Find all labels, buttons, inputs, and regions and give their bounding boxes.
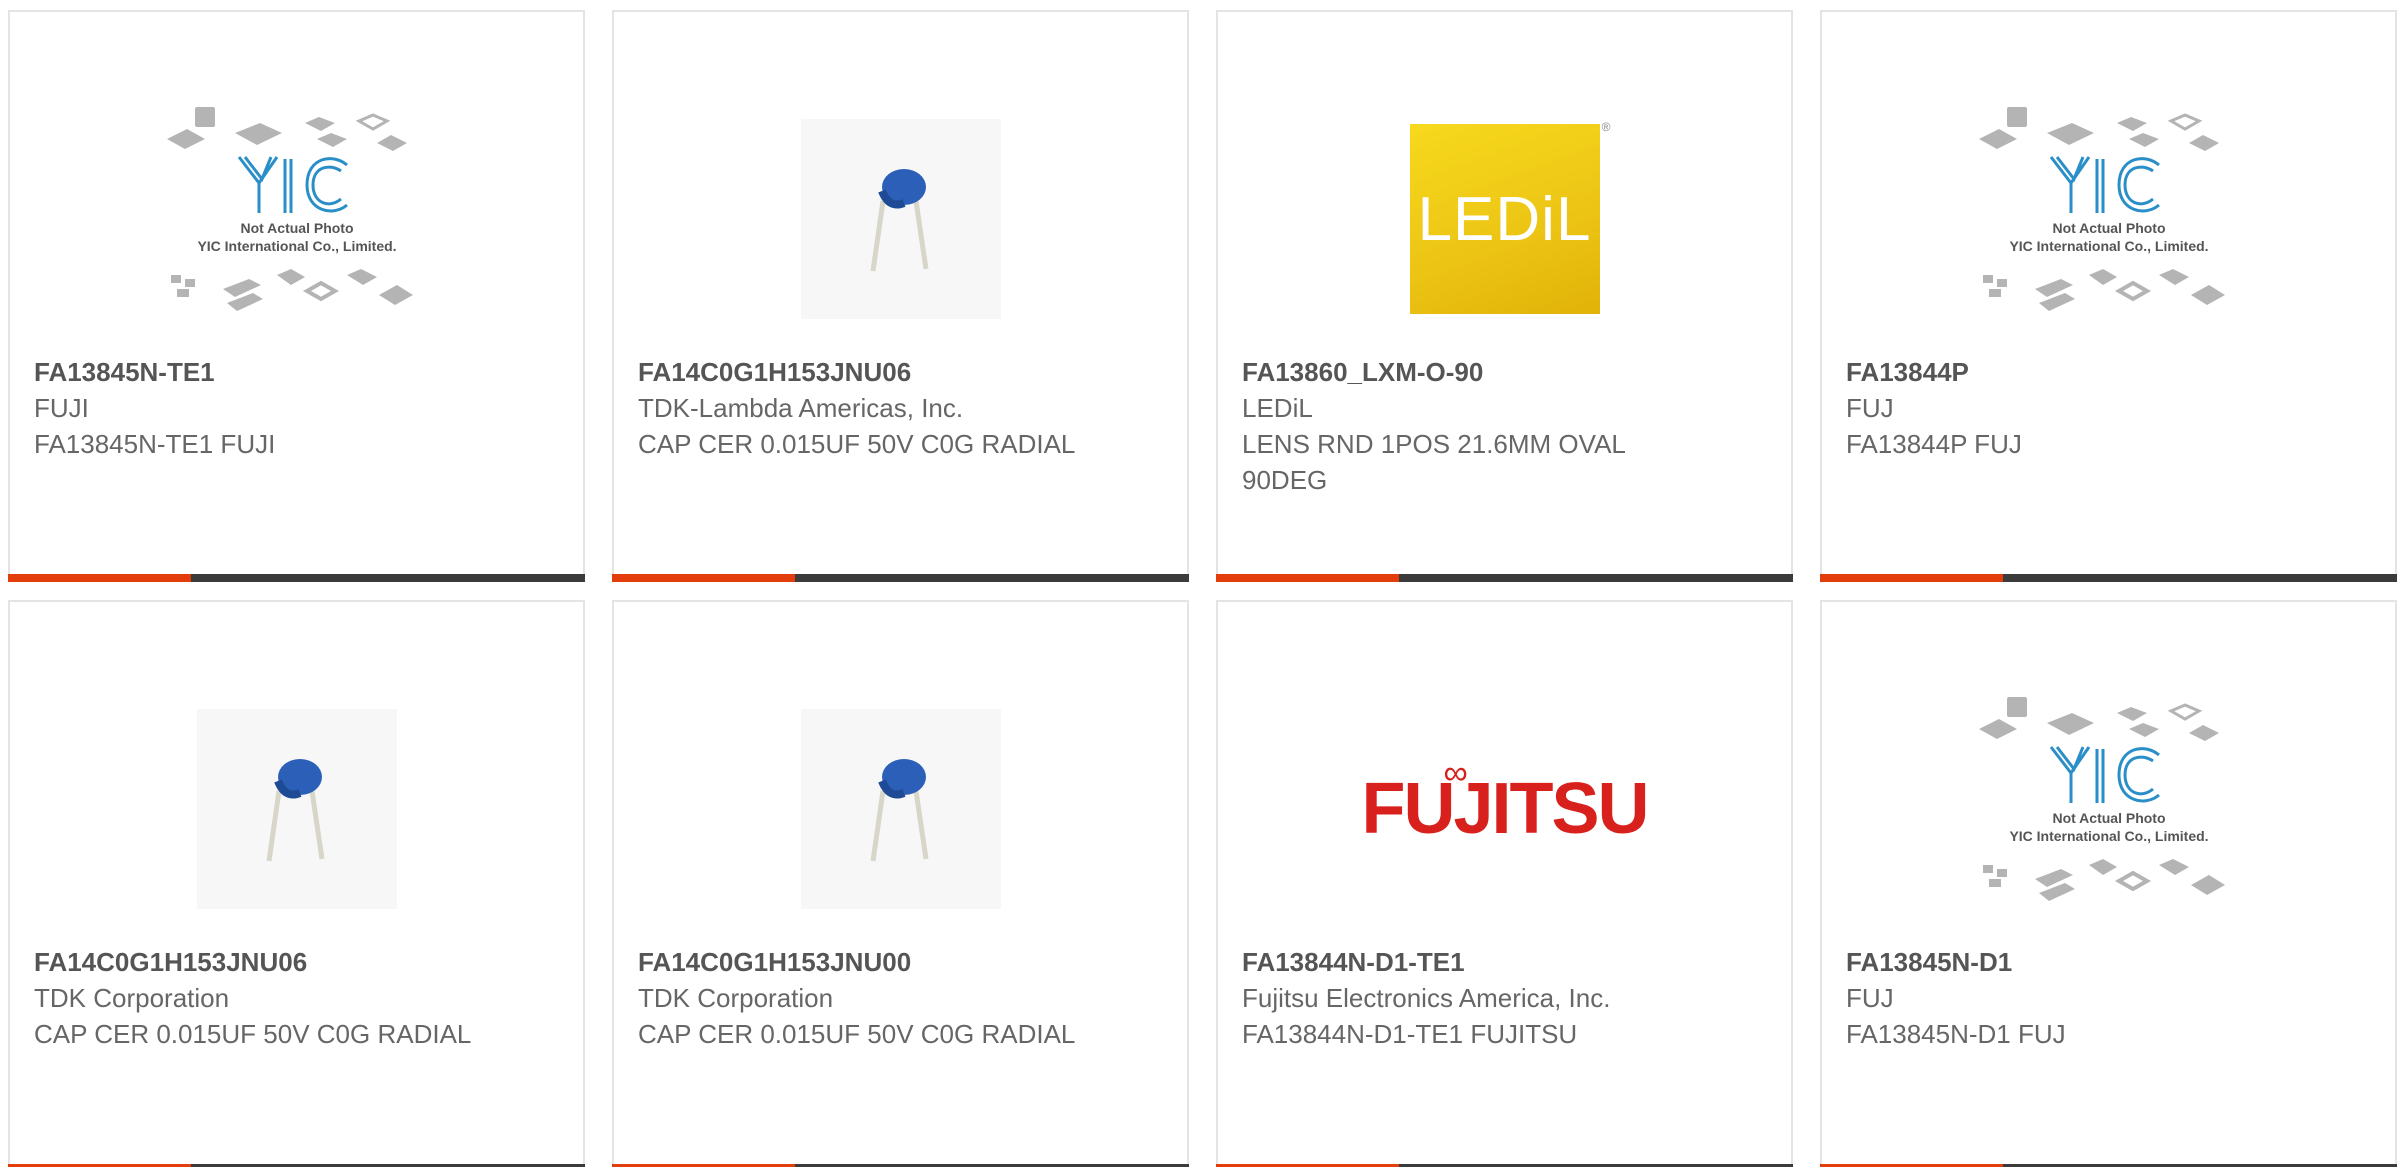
card-accent [612, 574, 795, 582]
product-card[interactable]: Not Actual Photo YIC International Co., … [1820, 600, 2397, 1167]
product-card[interactable]: LEDiL ® FA13860_LXM-O-90 LEDiL LENS RND … [1216, 10, 1793, 582]
description: FA13845N-D1 FUJ [1846, 1019, 2066, 1049]
manufacturer: TDK Corporation [34, 983, 230, 1013]
description: FA13844P FUJ [1846, 429, 2022, 459]
description: CAP CER 0.015UF 50V C0G RADIAL [638, 1019, 1076, 1049]
product-image[interactable]: Not Actual Photo YIC International Co., … [1822, 678, 2395, 940]
part-number[interactable]: FA14C0G1H153JNU00 [638, 944, 1167, 980]
capacitor-image [800, 709, 1001, 909]
card-accent [8, 574, 191, 582]
part-number[interactable]: FA13845N-D1 [1846, 944, 2375, 980]
card-accent [1216, 574, 1399, 582]
placeholder-line2: YIC International Co., Limited. [197, 238, 396, 254]
manufacturer: Fujitsu Electronics America, Inc. [1242, 983, 1611, 1013]
fujitsu-logo-text: FUJITSU [1361, 769, 1649, 849]
card-bottom-bar [1820, 574, 2397, 582]
product-card[interactable]: FA14C0G1H153JNU06 TDK-Lambda Americas, I… [612, 10, 1189, 582]
registered-mark: ® [1601, 120, 1612, 134]
description: CAP CER 0.015UF 50V C0G RADIAL [34, 1019, 472, 1049]
description: CAP CER 0.015UF 50V C0G RADIAL [638, 429, 1076, 459]
manufacturer: LEDiL [1242, 393, 1313, 423]
manufacturer: FUJI [34, 393, 89, 423]
product-card[interactable]: Not Actual Photo YIC International Co., … [8, 10, 585, 582]
capacitor-image [196, 709, 397, 909]
part-number[interactable]: FA14C0G1H153JNU06 [638, 354, 1167, 390]
manufacturer: TDK-Lambda Americas, Inc. [638, 393, 964, 423]
placeholder-line1: Not Actual Photo [2052, 220, 2165, 236]
product-image[interactable] [10, 678, 583, 940]
placeholder-line1: Not Actual Photo [2052, 810, 2165, 826]
ledil-logo: LEDiL ® [1409, 120, 1611, 314]
part-number[interactable]: FA13845N-TE1 [34, 354, 563, 390]
ledil-logo-text: LEDiL [1417, 184, 1592, 254]
product-image[interactable]: Not Actual Photo YIC International Co., … [1822, 88, 2395, 350]
part-number[interactable]: FA13844N-D1-TE1 [1242, 944, 1771, 980]
placeholder-line2: YIC International Co., Limited. [2009, 828, 2208, 844]
capacitor-image [800, 119, 1001, 319]
product-image[interactable]: FUJITSU ∞ [1218, 678, 1791, 940]
product-card[interactable]: FA14C0G1H153JNU06 TDK Corporation CAP CE… [8, 600, 585, 1167]
manufacturer: FUJ [1846, 983, 1894, 1013]
description: FA13844N-D1-TE1 FUJITSU [1242, 1019, 1578, 1049]
yic-placeholder-image: Not Actual Photo YIC International Co., … [1978, 107, 2225, 311]
product-grid: Not Actual Photo YIC International Co., … [0, 0, 2400, 1167]
manufacturer: FUJ [1846, 393, 1894, 423]
product-card[interactable]: FUJITSU ∞ FA13844N-D1-TE1 Fujitsu Electr… [1216, 600, 1793, 1167]
product-card[interactable]: Not Actual Photo YIC International Co., … [1820, 10, 2397, 582]
manufacturer: TDK Corporation [638, 983, 834, 1013]
card-bottom-bar [8, 574, 585, 582]
yic-placeholder-image: Not Actual Photo YIC International Co., … [166, 107, 413, 311]
product-card[interactable]: FA14C0G1H153JNU00 TDK Corporation CAP CE… [612, 600, 1189, 1167]
part-number[interactable]: FA13844P [1846, 354, 2375, 390]
placeholder-line2: YIC International Co., Limited. [2009, 238, 2208, 254]
fujitsu-logo: FUJITSU ∞ [1361, 754, 1649, 850]
infinity-mark-icon: ∞ [1443, 754, 1467, 792]
yic-placeholder-image: Not Actual Photo YIC International Co., … [1978, 697, 2225, 901]
product-image[interactable] [614, 88, 1187, 350]
placeholder-line1: Not Actual Photo [240, 220, 353, 236]
description: LENS RND 1POS 21.6MM OVAL 90DEG [1242, 429, 1625, 495]
part-number[interactable]: FA14C0G1H153JNU06 [34, 944, 563, 980]
product-image[interactable]: Not Actual Photo YIC International Co., … [10, 88, 583, 350]
part-number[interactable]: FA13860_LXM-O-90 [1242, 354, 1771, 390]
description: FA13845N-TE1 FUJI [34, 429, 276, 459]
card-accent [1820, 574, 2003, 582]
product-image[interactable]: LEDiL ® [1218, 88, 1791, 350]
card-bottom-bar [612, 574, 1189, 582]
product-image[interactable] [614, 678, 1187, 940]
card-bottom-bar [1216, 574, 1793, 582]
